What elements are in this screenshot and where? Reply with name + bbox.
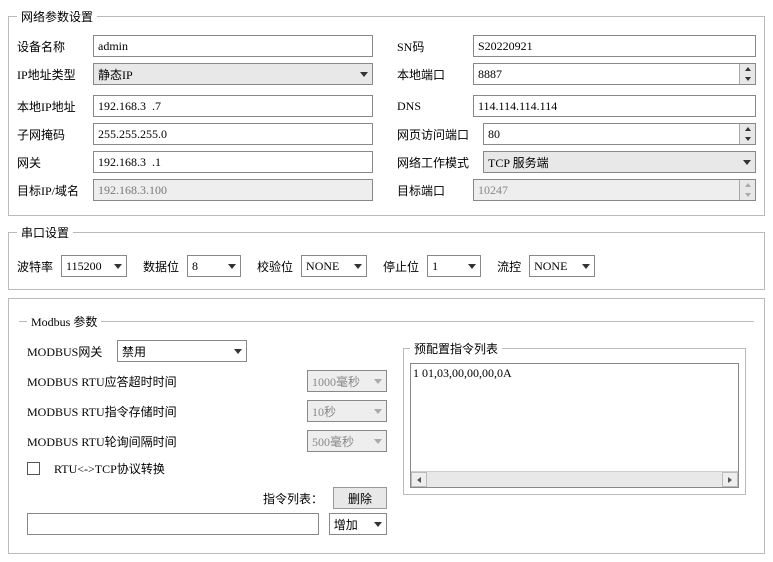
device-name-input[interactable] — [93, 35, 373, 57]
spinner-up-icon[interactable] — [740, 64, 755, 74]
chevron-down-icon — [234, 349, 242, 354]
chevron-down-icon — [374, 409, 382, 414]
baud-select[interactable]: 115200 — [61, 255, 127, 277]
scroll-right-icon[interactable] — [722, 472, 738, 487]
target-ip-input — [93, 179, 373, 201]
modbus-legend: Modbus 参数 — [27, 313, 101, 330]
chevron-down-icon — [228, 264, 236, 269]
chevron-down-icon — [582, 264, 590, 269]
parity-select[interactable]: NONE — [301, 255, 367, 277]
rtu-tcp-checkbox[interactable] — [27, 462, 40, 475]
modbus-group: Modbus 参数 MODBUS网关 禁用 MODBUS RTU应答超时时间 1… — [19, 313, 754, 535]
web-port-label: 网页访问端口 — [397, 126, 477, 143]
flow-select[interactable]: NONE — [529, 255, 595, 277]
chevron-down-icon — [468, 264, 476, 269]
cmd-list-label: 指令列表： — [263, 490, 323, 507]
modbus-gateway-select[interactable]: 禁用 — [117, 340, 247, 362]
local-ip-input[interactable] — [93, 95, 373, 117]
preset-legend: 预配置指令列表 — [410, 340, 502, 357]
mask-label: 子网掩码 — [17, 126, 87, 143]
spinner-down-icon[interactable] — [740, 134, 755, 144]
chevron-down-icon — [114, 264, 122, 269]
spinner-down-icon[interactable] — [740, 74, 755, 84]
device-name-label: 设备名称 — [17, 38, 87, 55]
chevron-down-icon — [374, 522, 382, 527]
spinner-down-icon — [740, 190, 755, 200]
poll-time-label: MODBUS RTU轮询间隔时间 — [27, 433, 177, 450]
network-group: 网络参数设置 设备名称 SN码 IP地址类型 静态IP 本地端口 本地IP地址 … — [8, 8, 765, 216]
chevron-down-icon — [360, 72, 368, 77]
resp-timeout-select: 1000毫秒 — [307, 370, 387, 392]
ip-type-select[interactable]: 静态IP — [93, 63, 373, 85]
local-ip-label: 本地IP地址 — [17, 98, 87, 115]
modbus-container: Modbus 参数 MODBUS网关 禁用 MODBUS RTU应答超时时间 1… — [8, 298, 765, 554]
mode-select[interactable]: TCP 服务端 — [483, 151, 756, 173]
databits-label: 数据位 — [143, 258, 179, 275]
stopbits-label: 停止位 — [383, 258, 419, 275]
target-port-label: 目标端口 — [397, 182, 467, 199]
flow-label: 流控 — [497, 258, 521, 275]
scroll-left-icon[interactable] — [411, 472, 427, 487]
horizontal-scrollbar[interactable] — [411, 471, 738, 487]
gateway-label: 网关 — [17, 154, 87, 171]
serial-legend: 串口设置 — [17, 224, 73, 241]
rtu-tcp-label: RTU<->TCP协议转换 — [54, 460, 165, 477]
web-port-spinner[interactable] — [483, 123, 756, 145]
spinner-up-icon[interactable] — [740, 124, 755, 134]
baud-label: 波特率 — [17, 258, 53, 275]
delete-button[interactable]: 删除 — [333, 487, 387, 509]
chevron-down-icon — [374, 439, 382, 444]
target-ip-label: 目标IP/域名 — [17, 182, 87, 199]
sn-input[interactable] — [473, 35, 756, 57]
mode-label: 网络工作模式 — [397, 154, 477, 171]
network-legend: 网络参数设置 — [17, 8, 97, 25]
poll-time-select: 500毫秒 — [307, 430, 387, 452]
dns-label: DNS — [397, 99, 467, 114]
sn-label: SN码 — [397, 38, 467, 55]
databits-select[interactable]: 8 — [187, 255, 241, 277]
preset-group: 预配置指令列表 1 01,03,00,00,00,0A — [403, 340, 746, 495]
ip-type-label: IP地址类型 — [17, 66, 87, 83]
target-port-spinner — [473, 179, 756, 201]
local-port-spinner[interactable] — [473, 63, 756, 85]
mask-input[interactable] — [93, 123, 373, 145]
list-item[interactable]: 1 01,03,00,00,00,0A — [413, 366, 736, 381]
chevron-down-icon — [374, 379, 382, 384]
dns-input[interactable] — [473, 95, 756, 117]
store-time-select: 10秒 — [307, 400, 387, 422]
chevron-down-icon — [743, 160, 751, 165]
resp-timeout-label: MODBUS RTU应答超时时间 — [27, 373, 177, 390]
stopbits-select[interactable]: 1 — [427, 255, 481, 277]
serial-group: 串口设置 波特率 115200 数据位 8 校验位 NONE 停止位 — [8, 224, 765, 290]
parity-label: 校验位 — [257, 258, 293, 275]
gateway-input[interactable] — [93, 151, 373, 173]
store-time-label: MODBUS RTU指令存储时间 — [27, 403, 177, 420]
modbus-gateway-label: MODBUS网关 — [27, 343, 107, 360]
local-port-label: 本地端口 — [397, 66, 467, 83]
chevron-down-icon — [354, 264, 362, 269]
spinner-up-icon — [740, 180, 755, 190]
preset-listbox[interactable]: 1 01,03,00,00,00,0A — [410, 363, 739, 488]
